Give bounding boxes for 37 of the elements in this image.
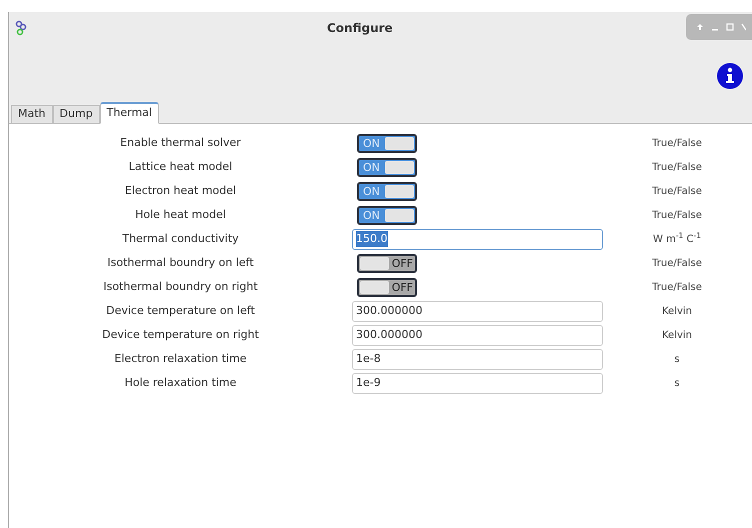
input-field[interactable]: 300.000000 xyxy=(352,300,603,322)
unit-label: True/False xyxy=(651,280,703,294)
input-field[interactable]: 150.0 xyxy=(352,228,603,250)
setting-label: Electron relaxation time xyxy=(113,350,248,367)
setting-label: Isothermal boundry on left xyxy=(106,254,255,271)
setting-label: Isothermal boundry on right xyxy=(102,278,259,295)
setting-label: Hole heat model xyxy=(134,206,227,223)
unit-label: True/False xyxy=(651,256,703,270)
input-field[interactable]: 1e-8 xyxy=(352,348,603,370)
tab[interactable]: Dump xyxy=(52,105,100,124)
setting-label: Hole relaxation time xyxy=(124,374,238,391)
unit-label: True/False xyxy=(651,160,703,174)
info-icon[interactable] xyxy=(716,62,744,90)
unit-label: s xyxy=(673,352,681,366)
setting-label: Device temperature on right xyxy=(101,326,260,343)
unit-label: s xyxy=(673,376,681,390)
setting-label: Lattice heat model xyxy=(128,158,234,175)
up-icon[interactable] xyxy=(696,23,704,31)
input-field[interactable]: 300.000000 xyxy=(352,324,603,346)
unit-label: W m$^{-1}$ C$^{-1}$ xyxy=(652,232,702,246)
tab[interactable]: Thermal xyxy=(100,102,159,124)
app-icon xyxy=(15,20,27,36)
unit-label: Kelvin xyxy=(660,304,694,318)
maximize-icon[interactable] xyxy=(726,23,734,31)
unit-label: Kelvin xyxy=(660,328,694,342)
setting-label: Electron heat model xyxy=(124,182,238,199)
setting-label: Device temperature on left xyxy=(105,302,256,319)
setting-label: Thermal conductivity xyxy=(121,230,240,247)
toggle-switch[interactable]: OFF xyxy=(357,278,417,296)
tab[interactable]: Math xyxy=(11,105,53,124)
unit-label: True/False xyxy=(651,136,703,150)
toggle-switch[interactable]: OFF xyxy=(357,254,417,272)
window-title: Configure xyxy=(327,20,393,37)
unit-label: True/False xyxy=(651,184,703,198)
unit-label: True/False xyxy=(651,208,703,222)
setting-label: Enable thermal solver xyxy=(119,134,242,151)
input-field[interactable]: 1e-9 xyxy=(352,372,603,394)
